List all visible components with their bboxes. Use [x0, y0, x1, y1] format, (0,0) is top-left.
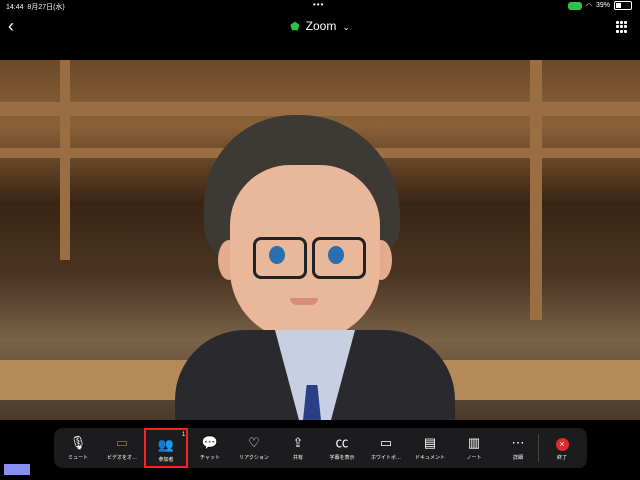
cc-icon: ㏄ — [335, 435, 349, 450]
share-button[interactable]: ⇪ 共有 — [276, 428, 320, 468]
note-icon: ▥ — [467, 435, 481, 450]
column — [530, 60, 542, 320]
end-icon-wrap: × — [540, 436, 584, 451]
button-label: 参加者 — [158, 457, 174, 463]
button-label: リアクション — [239, 455, 269, 461]
document-icon: ▤ — [423, 435, 437, 450]
meeting-title-text: Zoom — [305, 19, 337, 33]
button-label: ノート — [466, 455, 482, 461]
end-meeting-button[interactable]: × 終了 — [540, 428, 584, 468]
button-label: 終了 — [556, 455, 567, 461]
avatar-mouth — [290, 298, 318, 305]
more-icon: ⋯ — [511, 435, 525, 450]
participants-button[interactable]: 👥 1 参加者 — [144, 428, 188, 468]
battery-icon — [614, 1, 632, 10]
button-label: ドキュメント — [414, 455, 445, 461]
mic-icon: 🎙 — [69, 435, 87, 450]
meeting-title[interactable]: ⬟ Zoom ⌄ — [0, 19, 640, 33]
avatar-eye — [328, 246, 344, 264]
video-button[interactable]: ▭ ビデオをオ… — [100, 428, 144, 468]
captions-button[interactable]: ㏄ 字幕を表示 — [320, 428, 364, 468]
toolbar-divider — [538, 434, 539, 462]
notes-button[interactable]: ▥ ノート — [452, 428, 496, 468]
status-right: ◠ 39% — [567, 1, 632, 10]
button-label: 詳細 — [512, 455, 523, 461]
column — [60, 60, 70, 260]
heart-icon: ♡ — [248, 435, 260, 450]
avatar-eye — [269, 246, 285, 264]
participants-count-badge: 1 — [182, 432, 186, 438]
share-icon: ⇪ — [292, 435, 304, 450]
more-button[interactable]: ⋯ 詳細 — [496, 428, 540, 468]
chevron-down-icon: ⌄ — [342, 22, 350, 32]
chat-button[interactable]: 💬 チャット — [188, 428, 232, 468]
ceiling-beam — [0, 102, 640, 116]
meeting-header: ‹ ⬟ Zoom ⌄ — [0, 12, 640, 44]
reactions-button[interactable]: ♡ リアクション — [232, 428, 276, 468]
documents-button[interactable]: ▤ ドキュメント — [408, 428, 452, 468]
participants-icon: 👥 — [157, 437, 175, 452]
camera-in-use-icon — [567, 1, 582, 10]
status-time-date: 14:44 8月27日(水) — [6, 4, 65, 11]
button-label: ホワイトボ… — [370, 455, 401, 461]
app-grid-icon[interactable] — [616, 21, 628, 33]
battery-percent: 39% — [595, 2, 610, 9]
status-bar: 14:44 8月27日(水) ••• ◠ 39% — [0, 0, 640, 12]
whiteboard-icon: ▭ — [379, 435, 393, 450]
security-shield-icon: ⬟ — [290, 21, 300, 33]
wifi-icon: ◠ — [585, 2, 592, 10]
mute-button[interactable]: 🎙 ミュート — [56, 428, 100, 468]
video-icon: ▭ — [115, 435, 129, 450]
multitasking-dots-icon[interactable]: ••• — [313, 0, 324, 9]
end-icon: × — [555, 438, 569, 451]
button-label: ビデオをオ… — [106, 455, 137, 461]
button-label: 字幕を表示 — [329, 455, 355, 461]
button-label: 共有 — [292, 455, 303, 461]
button-label: ミュート — [67, 455, 88, 461]
whiteboard-button[interactable]: ▭ ホワイトボ… — [364, 428, 408, 468]
button-label: チャット — [200, 455, 220, 461]
chat-icon: 💬 — [201, 435, 219, 450]
meeting-toolbar: 🎙 ミュート ▭ ビデオをオ… 👥 1 参加者 💬 チャット ♡ リアクション … — [54, 428, 587, 468]
corner-marker — [4, 464, 30, 475]
